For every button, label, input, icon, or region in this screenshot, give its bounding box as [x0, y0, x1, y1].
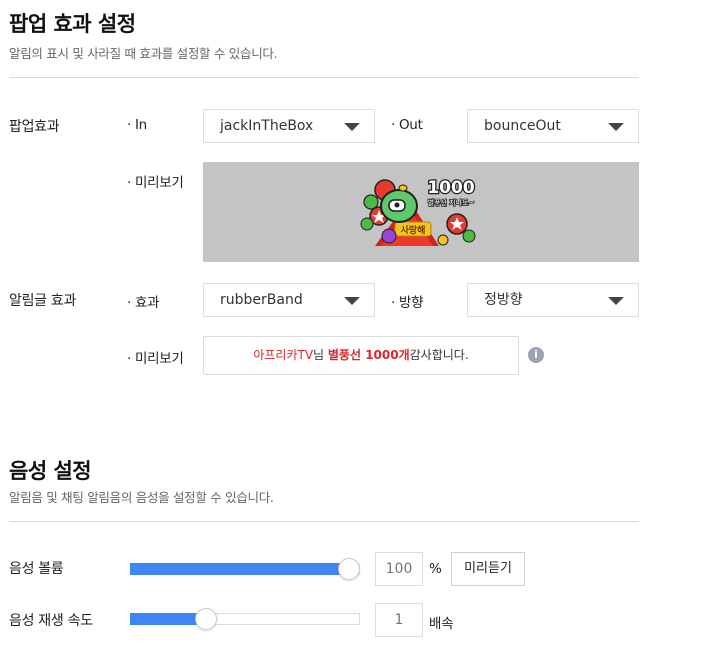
chevron-down-icon	[344, 297, 360, 305]
popup-effect-label: 팝업효과	[9, 119, 60, 135]
chevron-down-icon	[344, 123, 360, 131]
popup-in-value: jackInTheBox	[220, 118, 314, 134]
text-effect-label: 알림글 효과	[9, 293, 77, 309]
voice-speed-label: 음성 재생 속도	[9, 613, 93, 629]
voice-speed-unit: 배속	[429, 616, 454, 632]
voice-volume-slider[interactable]	[130, 558, 360, 580]
popup-out-value: bounceOut	[484, 118, 561, 134]
text-effect-effect-label: · 효과	[127, 295, 160, 311]
balloon-character-illustration: 사랑해 1000 별풍선 지나도~	[360, 177, 476, 246]
text-preview-label: · 미리보기	[127, 351, 184, 367]
text-effect-select[interactable]: rubberBand	[203, 283, 375, 317]
voice-volume-label: 음성 볼륨	[9, 561, 64, 577]
preview-honorific: 님	[313, 348, 328, 362]
chevron-down-icon	[608, 297, 624, 305]
text-direction-value: 정방향	[484, 292, 523, 308]
voice-section-title: 음성 설정	[9, 459, 92, 483]
popup-in-select[interactable]: jackInTheBox	[203, 109, 375, 143]
popup-in-label: · In	[127, 117, 147, 133]
preview-listen-button[interactable]: 미리듣기	[451, 552, 525, 586]
popup-section-description: 알림의 표시 및 사라질 때 효과를 설정할 수 있습니다.	[9, 46, 278, 61]
chevron-down-icon	[608, 123, 624, 131]
svg-text:별풍선 지나도~: 별풍선 지나도~	[428, 198, 475, 207]
text-preview-box: 아프리카TV님 별풍선 1000개감사합니다.	[203, 336, 519, 375]
text-direction-select[interactable]: 정방향	[467, 283, 639, 317]
voice-volume-unit: %	[429, 561, 442, 577]
voice-speed-input[interactable]: 1	[375, 603, 423, 637]
popup-section-divider	[9, 77, 639, 78]
svg-text:사랑해: 사랑해	[401, 224, 426, 236]
popup-preview-label: · 미리보기	[127, 175, 184, 191]
popup-out-label: · Out	[391, 117, 423, 133]
popup-out-select[interactable]: bounceOut	[467, 109, 639, 143]
popup-section-title: 팝업 효과 설정	[9, 12, 136, 36]
slider-handle[interactable]	[194, 608, 217, 630]
voice-section-divider	[9, 521, 639, 522]
preview-gift: 별풍선 1000개	[327, 348, 410, 362]
voice-section-description: 알림음 및 채팅 알림음의 음성을 설정할 수 있습니다.	[9, 490, 274, 505]
text-direction-label: · 방향	[391, 295, 424, 311]
voice-speed-slider[interactable]	[130, 608, 360, 630]
slider-fill	[130, 563, 349, 575]
popup-preview-image: 사랑해 1000 별풍선 지나도~	[203, 162, 639, 262]
info-icon[interactable]: i	[528, 347, 544, 363]
text-effect-value: rubberBand	[220, 292, 303, 308]
slider-handle[interactable]	[338, 558, 360, 580]
preview-suffix: 감사합니다.	[409, 348, 469, 362]
svg-text:1000: 1000	[427, 178, 474, 198]
voice-volume-input[interactable]: 100	[375, 552, 423, 586]
preview-name: 아프리카TV	[253, 348, 314, 362]
